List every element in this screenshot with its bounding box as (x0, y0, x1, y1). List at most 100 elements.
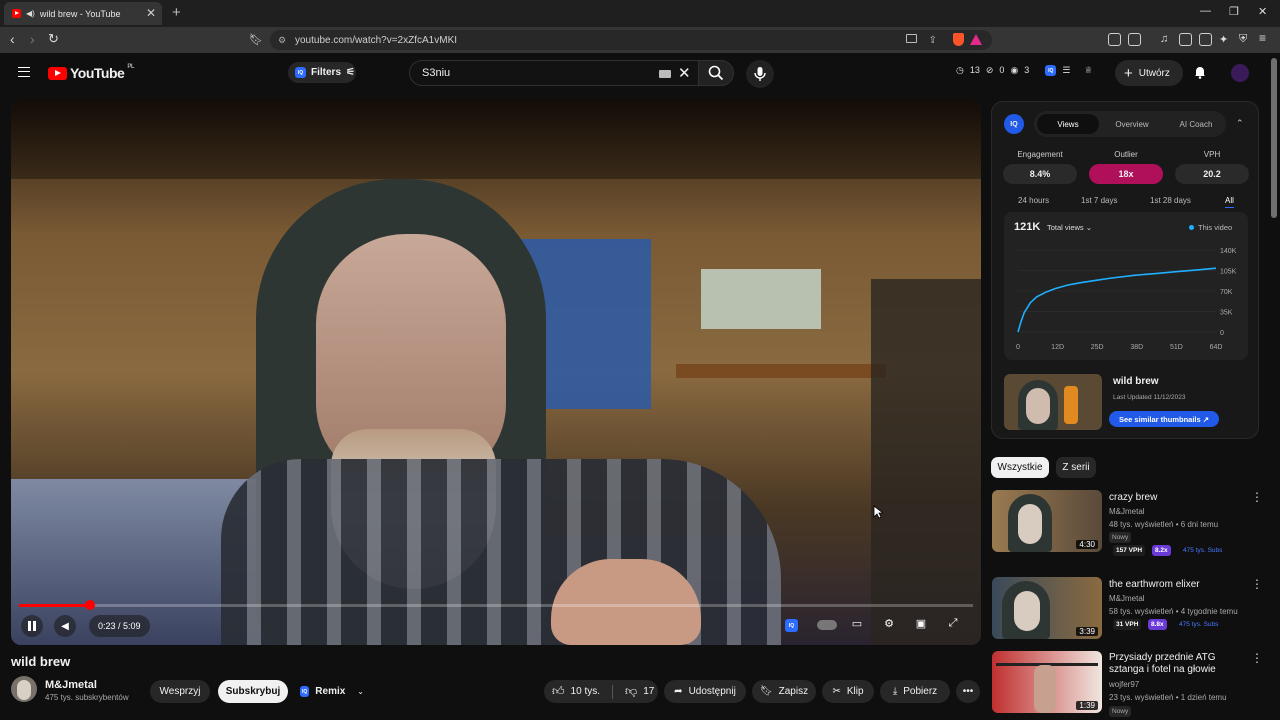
bookmark-icon[interactable]: 🔖︎ (249, 33, 263, 46)
clip-label: Klip (846, 686, 864, 697)
recommendation-thumbnail[interactable]: 3:39 (992, 577, 1102, 639)
collapse-icon[interactable]: ⌃ (1236, 118, 1244, 129)
voice-search-button[interactable] (746, 60, 774, 88)
url-field[interactable]: ⚙ youtube.com/watch?v=2xZfcA1vMKI ⇪ (270, 30, 992, 50)
subtitles-icon[interactable]: ▭ (849, 617, 865, 633)
browser-tab[interactable]: ◀) wild brew - YouTube ✕ (4, 2, 162, 25)
youtube-wordmark: YouTube (70, 65, 125, 81)
search-button[interactable] (698, 60, 734, 86)
trophy-icon[interactable]: ♕ (1084, 65, 1092, 76)
see-similar-thumbnails-button[interactable]: See similar thumbnails ↗ (1109, 411, 1219, 427)
recommendation-title[interactable]: crazy brew (1109, 492, 1249, 503)
sidebar-icon[interactable] (1179, 33, 1192, 46)
audio-icon[interactable]: ◀) (26, 9, 35, 18)
recommendation-channel[interactable]: M&Jmetal (1109, 507, 1145, 516)
pause-button[interactable] (21, 615, 43, 637)
create-label: Utwórz (1138, 67, 1170, 79)
range-28d[interactable]: 1st 28 days (1150, 196, 1191, 205)
channel-avatar-face (17, 680, 31, 700)
minimize-icon[interactable]: — (1200, 5, 1211, 17)
recommendation-title[interactable]: Przysiady przednie ATG sztanga i fotel n… (1109, 652, 1249, 676)
reload-icon[interactable]: ↻ (48, 31, 59, 47)
chip-all[interactable]: Wszystkie (991, 457, 1049, 478)
current-video-thumbnail[interactable] (1004, 374, 1102, 430)
like-button[interactable]: 👍︎ 10 tys. (552, 684, 600, 699)
vidiq-player-icon[interactable]: IQ (785, 617, 801, 633)
seek-bar[interactable] (19, 600, 973, 610)
new-tab-button[interactable]: + (172, 4, 181, 21)
recommendation-channel[interactable]: M&Jmetal (1109, 594, 1145, 603)
download-icon: ⤓ (892, 686, 898, 697)
site-info-icon[interactable]: ⚙ (278, 35, 286, 46)
window-close-icon[interactable]: ✕ (1258, 5, 1267, 18)
settings-icon[interactable]: ⚙ (881, 617, 897, 633)
more-vertical-icon[interactable]: ⋮ (1251, 577, 1263, 591)
more-vertical-icon[interactable]: ⋮ (1251, 651, 1263, 665)
mute-button[interactable]: ◀ (54, 615, 76, 637)
range-all[interactable]: All (1225, 196, 1234, 208)
remix-button[interactable]: IQ Remix ⌄ (296, 680, 364, 703)
notifications-icon[interactable] (1193, 65, 1207, 79)
support-button[interactable]: Wesprzyj (150, 680, 210, 703)
subscribe-button[interactable]: Subskrybuj (218, 680, 288, 703)
thumbnail-bottle (1064, 386, 1078, 424)
recommendation-thumbnail[interactable]: 1:39 (992, 651, 1102, 713)
guide-menu-icon[interactable] (18, 67, 30, 77)
vpn-icon[interactable]: ⛨ (1239, 33, 1247, 46)
share-label: Udostępnij (688, 686, 736, 697)
dislike-button[interactable]: 👎︎ 17 (625, 684, 654, 699)
install-app-icon[interactable] (906, 34, 917, 43)
chip-series[interactable]: Z serii (1056, 457, 1096, 478)
back-icon[interactable]: ‹ (10, 31, 15, 47)
forward-icon[interactable]: › (30, 31, 35, 47)
tab-overview[interactable]: Overview (1101, 114, 1163, 134)
wallet-icon[interactable] (1199, 33, 1212, 46)
video-duration: 3:39 (1076, 627, 1098, 636)
account-avatar[interactable] (1231, 64, 1249, 82)
autoplay-toggle[interactable] (817, 617, 837, 633)
music-icon[interactable]: ♫ (1160, 33, 1168, 45)
x-tick-label: 51D (1170, 344, 1183, 351)
brave-shield-icon[interactable] (953, 33, 964, 46)
video-player[interactable]: ◀ 0:23 / 5:09 IQ ▭ ⚙ ▣ ⤢ (11, 99, 981, 645)
list-icon[interactable]: ☰ (1062, 65, 1070, 76)
clip-button[interactable]: ✂ Klip (822, 680, 874, 703)
download-button[interactable]: ⤓ Pobierz (880, 680, 950, 703)
leo-ai-icon[interactable]: ✦ (1219, 33, 1228, 46)
seek-handle[interactable] (84, 600, 95, 610)
tab-close-icon[interactable]: ✕ (146, 6, 156, 20)
extensions-icon[interactable] (1108, 33, 1121, 46)
share-page-icon[interactable]: ⇪ (929, 35, 937, 46)
youtube-logo[interactable]: YouTube PL (48, 64, 134, 81)
vidiq-menu-icon[interactable]: IQ (1045, 65, 1057, 76)
create-button[interactable]: + Utwórz (1115, 60, 1183, 86)
recommendation-channel[interactable]: wojfer97 (1109, 680, 1139, 689)
range-24h[interactable]: 24 hours (1018, 196, 1049, 205)
save-button[interactable]: 🔖︎ Zapisz (752, 680, 816, 703)
last-updated: Last Updated 11/12/2023 (1113, 394, 1186, 401)
keyboard-icon[interactable] (659, 70, 671, 78)
channel-avatar[interactable] (11, 676, 37, 702)
share-button[interactable]: ➦ Udostępnij (664, 680, 746, 703)
recommendation-title[interactable]: the earthwrom elixer (1109, 579, 1249, 590)
new-badge: Nowy (1109, 706, 1132, 717)
time-text: 0:23 / 5:09 (98, 621, 141, 631)
range-7d[interactable]: 1st 7 days (1081, 196, 1117, 205)
more-vertical-icon[interactable]: ⋮ (1251, 490, 1263, 504)
vidiq-counters[interactable]: ◷ 13 ⊘ 0 ◉ 3 IQ ☰ ♕ (956, 65, 1092, 76)
tab-ai-coach[interactable]: AI Coach (1165, 114, 1227, 134)
channel-name[interactable]: M&Jmetal (45, 679, 97, 691)
miniplayer-icon[interactable]: ▣ (913, 617, 929, 633)
more-actions-button[interactable]: ••• (956, 680, 980, 703)
recommendation-thumbnail[interactable]: 4:30 (992, 490, 1102, 552)
vidiq-filters-button[interactable]: IQ Filters ⚟ (288, 62, 356, 83)
search-input[interactable]: S3niu ✕ (409, 60, 699, 86)
menu-icon[interactable]: ≡ (1259, 31, 1266, 45)
screenshot-icon[interactable] (1128, 33, 1141, 46)
fullscreen-icon[interactable]: ⤢ (945, 617, 961, 633)
tab-views[interactable]: Views (1037, 114, 1099, 134)
restore-icon[interactable]: ❐ (1229, 5, 1239, 18)
clear-search-icon[interactable]: ✕ (678, 64, 691, 82)
brave-rewards-icon[interactable] (970, 34, 982, 45)
page-scrollbar[interactable] (1271, 58, 1277, 218)
